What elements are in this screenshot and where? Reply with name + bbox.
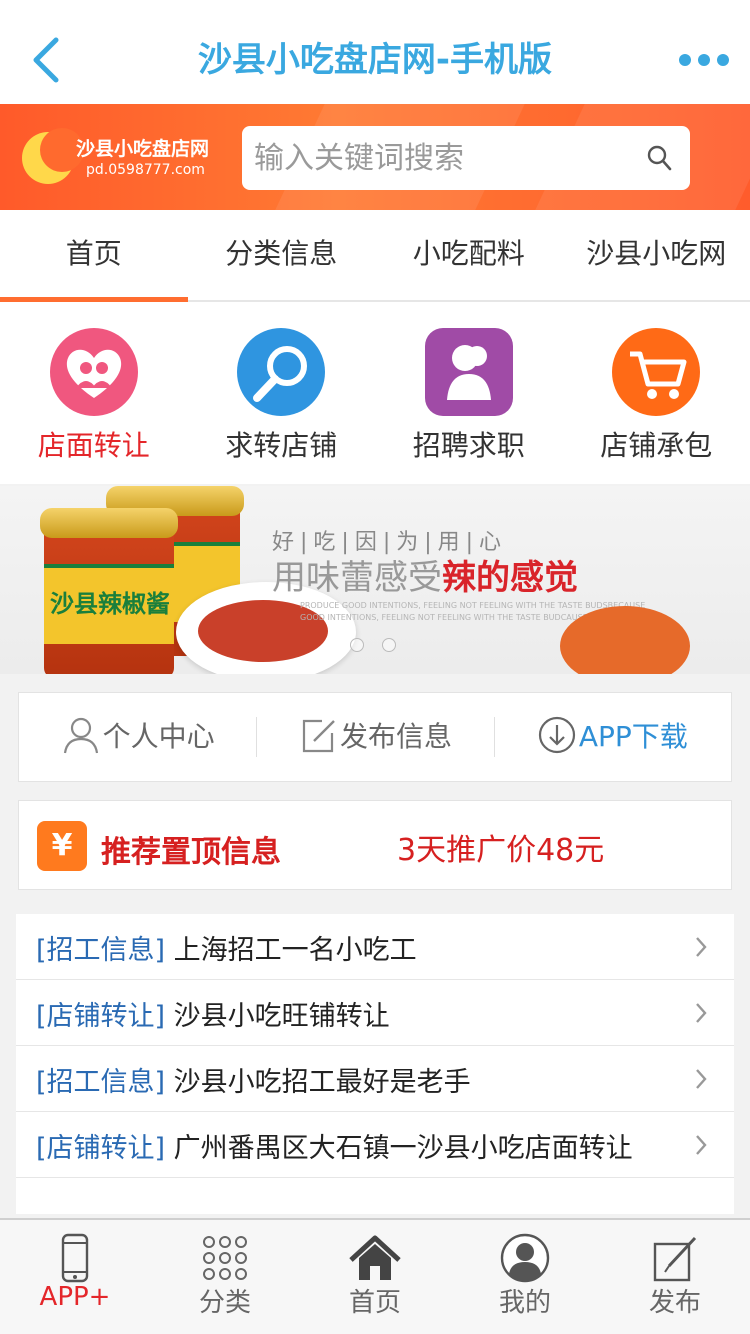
carousel-dot[interactable] <box>382 638 396 652</box>
quick-link-label: 求转店铺 <box>225 429 338 462</box>
list-item[interactable]: [店铺转让] 沙县小吃旺铺转让 <box>16 980 734 1046</box>
person-icon <box>424 328 513 416</box>
tabbar-mine[interactable]: 我的 <box>450 1220 600 1334</box>
search-icon[interactable] <box>646 144 672 172</box>
user-icon <box>63 717 98 754</box>
nav-tabs: 首页 分类信息 小吃配料 沙县小吃网 <box>0 210 750 302</box>
phone-icon <box>61 1233 89 1283</box>
list-item-title: 沙县小吃招工最好是老手 <box>173 1067 471 1098</box>
list-item[interactable]: [招工信息] 上海招工一名小吃工 <box>16 914 734 980</box>
site-logo[interactable]: 沙县小吃盘店网 pd.0598777.com <box>22 128 232 186</box>
cart-icon <box>612 328 701 416</box>
quick-link-shop-transfer[interactable]: 店面转让 <box>0 302 188 484</box>
sauce-jar-image: 沙县辣椒酱 <box>40 508 178 674</box>
jar-label: 沙县辣椒酱 <box>50 590 170 618</box>
bottom-tab-bar: APP+ 分类 首页 我的 发布 <box>0 1218 750 1334</box>
page: 沙县小吃盘店网-手机版 沙县小吃盘店网 pd.0598777.com 首页 分类… <box>0 0 750 1334</box>
list-spacer <box>16 1178 734 1214</box>
tabbar-label: 首页 <box>348 1288 401 1318</box>
tab-categories[interactable]: 分类信息 <box>188 210 376 300</box>
quick-link-jobs[interactable]: 招聘求职 <box>375 302 563 484</box>
quick-links: 店面转让 求转店铺 招聘求职 店铺承包 <box>0 302 750 484</box>
yen-icon: ¥ <box>37 821 87 871</box>
chevron-right-icon <box>696 1069 707 1089</box>
user-actions: 个人中心 发布信息 APP下载 <box>18 692 732 782</box>
page-title: 沙县小吃盘店网-手机版 <box>197 40 553 80</box>
top-bar: 沙县小吃盘店网-手机版 <box>0 0 750 104</box>
quick-link-label: 店铺承包 <box>600 429 713 462</box>
search-banner: 沙县小吃盘店网 pd.0598777.com <box>0 104 750 210</box>
chevron-right-icon <box>696 1003 707 1023</box>
publish-info-label: 发布信息 <box>339 720 452 753</box>
grid-dots-icon <box>203 1236 247 1280</box>
quick-link-label: 店面转让 <box>37 429 150 462</box>
info-list: [招工信息] 上海招工一名小吃工 [店铺转让] 沙县小吃旺铺转让 [招工信息] … <box>16 914 734 1214</box>
carousel-dots <box>350 638 410 654</box>
quick-link-contract[interactable]: 店铺承包 <box>563 302 750 484</box>
personal-center-label: 个人中心 <box>102 720 215 753</box>
list-item-title: 广州番禺区大石镇一沙县小吃店面转让 <box>173 1133 633 1164</box>
tabbar-publish[interactable]: 发布 <box>600 1220 750 1334</box>
quick-link-label: 招聘求职 <box>412 429 525 462</box>
personal-center-button[interactable]: 个人中心 <box>19 693 256 781</box>
app-download-button[interactable]: APP下载 <box>493 693 731 781</box>
list-item-title: 沙县小吃旺铺转让 <box>173 1001 390 1032</box>
tabbar-label: APP+ <box>39 1282 111 1312</box>
magnifier-icon <box>237 328 326 416</box>
app-download-label: APP下载 <box>578 720 688 753</box>
recommend-title: 推荐置顶信息 <box>101 835 281 870</box>
search-box <box>242 126 690 190</box>
logo-url: pd.0598777.com <box>86 162 205 178</box>
list-item[interactable]: [店铺转让] 广州番禺区大石镇一沙县小吃店面转让 <box>16 1112 734 1178</box>
promo-slogan-red: 辣的感觉 <box>442 558 578 598</box>
quick-link-seek-shop[interactable]: 求转店铺 <box>188 302 376 484</box>
download-icon <box>538 716 575 754</box>
list-item-tag: [招工信息] <box>36 935 166 966</box>
tabbar-home[interactable]: 首页 <box>300 1220 450 1334</box>
tabbar-label: 分类 <box>198 1288 251 1318</box>
list-item-title: 上海招工一名小吃工 <box>173 935 417 966</box>
tabbar-label: 发布 <box>648 1288 701 1318</box>
noodle-image <box>560 606 690 674</box>
recommend-bar[interactable]: ¥ 推荐置顶信息 3天推广价48元 <box>18 800 732 890</box>
tab-shaxian-site[interactable]: 沙县小吃网 <box>563 210 750 300</box>
tab-ingredients[interactable]: 小吃配料 <box>375 210 563 300</box>
publish-info-button[interactable]: 发布信息 <box>256 693 493 781</box>
compose-icon <box>653 1236 697 1282</box>
list-item-tag: [招工信息] <box>36 1067 166 1098</box>
logo-mark-icon <box>22 128 84 184</box>
list-item-tag: [店铺转让] <box>36 1001 166 1032</box>
recommend-price: 3天推广价48元 <box>397 833 605 868</box>
tab-home[interactable]: 首页 <box>0 210 188 302</box>
list-item-tag: [店铺转让] <box>36 1133 166 1164</box>
chevron-right-icon <box>696 1135 707 1155</box>
carousel-dot[interactable] <box>350 638 364 652</box>
logo-name: 沙县小吃盘店网 <box>76 138 210 160</box>
edit-icon <box>302 719 335 753</box>
heart-people-icon <box>49 328 138 416</box>
tabbar-categories[interactable]: 分类 <box>150 1220 300 1334</box>
promo-slogan: 用味蕾感受辣的感觉 <box>272 550 578 599</box>
more-dots-icon[interactable] <box>678 40 730 80</box>
chevron-right-icon <box>696 937 707 957</box>
promo-slogan-gray: 用味蕾感受 <box>272 558 442 598</box>
home-icon <box>349 1235 401 1280</box>
tabbar-label: 我的 <box>498 1288 551 1318</box>
avatar-icon <box>500 1233 550 1283</box>
search-input[interactable] <box>254 134 634 182</box>
list-item[interactable]: [招工信息] 沙县小吃招工最好是老手 <box>16 1046 734 1112</box>
promo-banner[interactable]: 沙县辣椒酱 好|吃|因|为|用|心 用味蕾感受辣的感觉 PRODUCE GOOD… <box>0 486 750 674</box>
tabbar-app[interactable]: APP+ <box>0 1220 150 1334</box>
